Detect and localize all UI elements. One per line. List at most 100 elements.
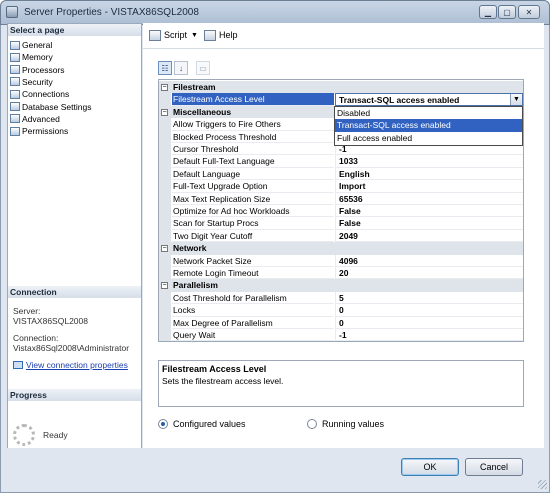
access-level-dropdown-list[interactable]: Disabled Transact-SQL access enabled Full …	[334, 106, 523, 146]
property-row[interactable]: Query Wait -1	[159, 329, 523, 342]
row-gutter	[159, 329, 171, 342]
resize-grip-icon[interactable]	[538, 480, 547, 489]
page-label: Permissions	[22, 126, 69, 137]
collapse-icon[interactable]: −	[161, 245, 168, 253]
property-value[interactable]: 5	[335, 291, 523, 305]
page-label: Memory	[22, 52, 53, 63]
property-value[interactable]: False	[335, 205, 523, 218]
radio-unselected-icon[interactable]	[307, 419, 317, 429]
progress-status: Ready	[43, 430, 68, 440]
property-value[interactable]: 65536	[335, 192, 523, 205]
progress-header: Progress	[8, 389, 141, 401]
property-name: Filestream Access Level	[172, 93, 334, 106]
dropdown-option[interactable]: Transact-SQL access enabled	[335, 119, 522, 132]
property-row[interactable]: Default Language English	[159, 167, 523, 181]
property-row[interactable]: Remote Login Timeout 20	[159, 267, 523, 280]
property-row[interactable]: Full-Text Upgrade Option Import	[159, 180, 523, 193]
row-gutter	[159, 143, 171, 156]
property-value[interactable]: 20	[335, 267, 523, 280]
page-label: General	[22, 40, 53, 50]
row-gutter	[159, 93, 171, 106]
category-row[interactable]: − Filestream	[159, 81, 523, 94]
page-item[interactable]: Advanced	[10, 113, 60, 125]
left-panel: Select a page General Memory Processors Sec…	[7, 23, 142, 464]
row-gutter	[159, 167, 171, 181]
category-title: Network	[173, 243, 207, 254]
dropdown-option[interactable]: Disabled	[335, 107, 522, 119]
property-name: Two Digit Year Cutoff	[172, 230, 334, 243]
radio-selected-icon[interactable]	[158, 419, 168, 429]
progress-spinner-icon	[13, 424, 35, 446]
minimize-button[interactable]: ▁	[479, 5, 497, 19]
property-name: Allow Triggers to Fire Others	[172, 118, 334, 131]
collapse-icon[interactable]: −	[161, 108, 168, 116]
property-value[interactable]: False	[335, 217, 523, 230]
page-item[interactable]: Memory	[10, 51, 53, 63]
property-name: Max Text Replication Size	[172, 193, 334, 205]
property-value[interactable]: 2049	[335, 229, 523, 243]
alphabetical-sort-icon[interactable]: ↓	[174, 61, 188, 75]
dropdown-arrow-icon[interactable]: ▼	[510, 94, 522, 106]
property-pages-icon[interactable]: ▭	[196, 61, 210, 75]
property-row[interactable]: Optimize for Ad hoc Workloads False	[159, 205, 523, 218]
property-row[interactable]: Max Degree of Parallelism 0	[159, 316, 523, 329]
page-label: Processors	[22, 64, 65, 75]
page-label: Database Settings	[22, 101, 92, 112]
property-row[interactable]: Filestream Access Level Transact-SQL acce…	[159, 93, 523, 106]
collapse-icon[interactable]: −	[161, 84, 168, 91]
description-pane: Filestream Access Level Sets the filestr…	[158, 360, 524, 407]
property-name: Cost Threshold for Parallelism	[172, 292, 334, 305]
toolbar-divider	[143, 48, 544, 49]
property-value[interactable]: -1	[335, 329, 523, 342]
property-row[interactable]: Scan for Startup Procs False	[159, 217, 523, 230]
page-icon	[10, 40, 20, 50]
view-connection-properties-link[interactable]: View connection properties	[13, 360, 128, 370]
maximize-button[interactable]: ▢	[498, 5, 516, 19]
property-row[interactable]: Max Text Replication Size 65536	[159, 192, 523, 205]
collapse-icon[interactable]: −	[161, 282, 168, 290]
property-row[interactable]: Cost Threshold for Parallelism 5	[159, 291, 523, 305]
property-value[interactable]: English	[335, 167, 523, 181]
property-name: Default Full-Text Language	[172, 155, 334, 168]
property-value[interactable]: 0	[335, 316, 523, 329]
property-value[interactable]: Import	[335, 180, 523, 193]
category-row[interactable]: − Network	[159, 242, 523, 255]
access-level-select[interactable]: Transact-SQL access enabled ▼	[335, 93, 523, 106]
property-value[interactable]: 4096	[335, 254, 523, 267]
property-name: Query Wait	[172, 329, 334, 342]
cancel-button[interactable]: Cancel	[465, 458, 523, 476]
property-name: Blocked Process Threshold	[172, 131, 334, 143]
configured-values-label: Configured values	[173, 419, 246, 429]
page-item[interactable]: Database Settings	[10, 101, 91, 113]
ok-button[interactable]: OK	[401, 458, 459, 476]
page-item[interactable]: Processors	[10, 64, 65, 76]
page-icon	[10, 89, 20, 99]
categorized-view-icon[interactable]: ☷	[158, 61, 172, 75]
configured-values-radio[interactable]: Configured values	[158, 419, 246, 429]
property-row[interactable]: Two Digit Year Cutoff 2049	[159, 229, 523, 243]
property-row[interactable]: Default Full-Text Language 1033	[159, 155, 523, 168]
property-value[interactable]: 0	[335, 304, 523, 317]
dropdown-arrow-icon[interactable]: ▼	[191, 32, 198, 39]
property-row[interactable]: Locks 0	[159, 304, 523, 317]
page-item[interactable]: Security	[10, 76, 53, 88]
view-connection-label: View connection properties	[26, 360, 128, 370]
close-button[interactable]: ✕	[518, 5, 540, 19]
help-label: Help	[218, 30, 238, 40]
row-gutter	[159, 291, 171, 305]
dropdown-option[interactable]: Full access enabled	[335, 132, 522, 144]
property-row[interactable]: Network Packet Size 4096	[159, 254, 523, 267]
page-item[interactable]: Permissions	[10, 125, 68, 137]
row-gutter	[159, 316, 171, 329]
grid-toolbar: ☷ ↓ ▭	[158, 61, 210, 75]
running-values-radio[interactable]: Running values	[307, 419, 384, 429]
description-title: Filestream Access Level	[162, 364, 267, 374]
category-row[interactable]: − Parallelism	[159, 279, 523, 292]
property-value[interactable]: 1033	[335, 155, 523, 168]
help-button[interactable]: Help	[201, 29, 241, 41]
connection-value: Vistax86Sql2008\Administrator	[13, 343, 130, 353]
page-icon	[10, 77, 20, 87]
script-button[interactable]: Script ▼	[146, 29, 201, 41]
page-item[interactable]: Connections	[10, 88, 69, 100]
page-item[interactable]: General	[10, 39, 52, 51]
